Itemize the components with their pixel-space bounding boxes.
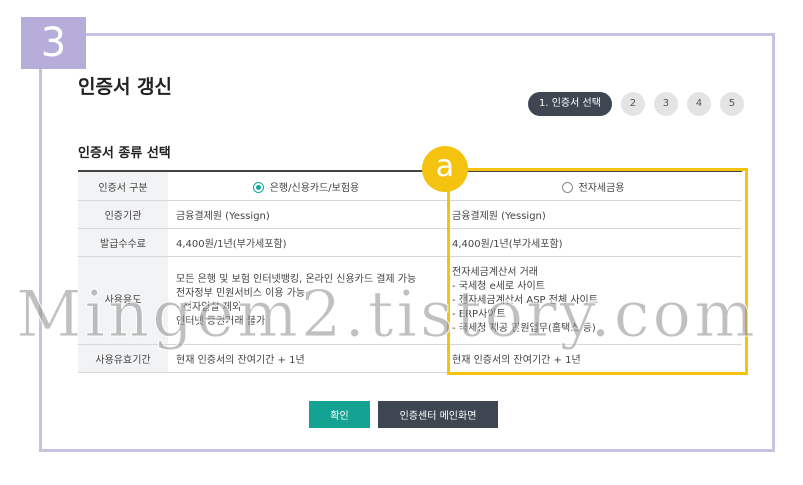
cell-tax: 현재 인증서의 잔여기간 + 1년 bbox=[444, 344, 742, 373]
usage-line: - 전자입찰 제외 bbox=[176, 301, 242, 313]
step-3: 3 bbox=[653, 92, 678, 116]
option-bank-label[interactable]: 은행/신용카드/보험용 bbox=[270, 183, 360, 194]
cell-bank: 4,400원/1년(부가세포함) bbox=[168, 228, 444, 257]
step-1-active: 1. 인증서 선택 bbox=[528, 92, 612, 116]
row-label: 사용용도 bbox=[78, 256, 168, 345]
cell-bank: 현재 인증서의 잔여기간 + 1년 bbox=[168, 344, 444, 373]
usage-line: 모든 은행 및 보험 인터넷뱅킹, 온라인 신용카드 결제 가능 bbox=[176, 273, 417, 285]
cell-bank: 모든 은행 및 보험 인터넷뱅킹, 온라인 신용카드 결제 가능 전자정부 민원… bbox=[168, 256, 444, 345]
cell-bank: 금융결제원 (Yessign) bbox=[168, 200, 444, 229]
usage-line: 인터넷 증권거래 불가 bbox=[176, 315, 266, 327]
option-tax-label[interactable]: 전자세금용 bbox=[579, 183, 625, 194]
step-indicator: 1. 인증서 선택 2 3 4 5 bbox=[528, 92, 744, 116]
header-label: 인증서 구분 bbox=[78, 170, 168, 201]
radio-bank-selected-icon[interactable] bbox=[252, 181, 264, 193]
cell-tax: 전자세금계산서 거래 - 국세청 e세로 사이트 - 전자세금계산서 ASP 전… bbox=[444, 256, 742, 345]
usage-line: 전자세금계산서 거래 bbox=[452, 266, 538, 278]
option-bank-cell[interactable]: 은행/신용카드/보험용 bbox=[168, 170, 444, 201]
usage-line: - 전자세금계산서 ASP 전체 사이트 bbox=[452, 294, 598, 306]
row-label: 인증기관 bbox=[78, 200, 168, 229]
usage-line: - 국세청 e세로 사이트 bbox=[452, 280, 545, 292]
cell-tax: 4,400원/1년(부가세포함) bbox=[444, 228, 742, 257]
usage-line: - ERP사이트 bbox=[452, 308, 506, 320]
certificate-type-table: 인증서 구분 은행/신용카드/보험용 전자세금용 인증기관 금융결제원 (Yes… bbox=[78, 170, 742, 373]
cell-tax: 금융결제원 (Yessign) bbox=[444, 200, 742, 229]
option-tax-cell[interactable]: 전자세금용 bbox=[444, 170, 742, 201]
table-row: 인증기관 금융결제원 (Yessign) 금융결제원 (Yessign) bbox=[78, 200, 742, 229]
section-title: 인증서 종류 선택 bbox=[78, 146, 171, 161]
step-number-badge: 3 bbox=[21, 17, 86, 69]
main-page-button[interactable]: 인증센터 메인화면 bbox=[378, 401, 498, 428]
table-row: 사용유효기간 현재 인증서의 잔여기간 + 1년 현재 인증서의 잔여기간 + … bbox=[78, 344, 742, 373]
table-header-row: 인증서 구분 은행/신용카드/보험용 전자세금용 bbox=[78, 170, 742, 201]
confirm-button[interactable]: 확인 bbox=[309, 401, 370, 428]
step-4: 4 bbox=[686, 92, 711, 116]
row-label: 발급수수료 bbox=[78, 228, 168, 257]
row-label: 사용유효기간 bbox=[78, 344, 168, 373]
step-5: 5 bbox=[719, 92, 744, 116]
table-row: 발급수수료 4,400원/1년(부가세포함) 4,400원/1년(부가세포함) bbox=[78, 228, 742, 257]
page-title: 인증서 갱신 bbox=[78, 76, 173, 98]
annotation-marker: a bbox=[422, 146, 468, 192]
usage-line: 전자정부 민원서비스 이용 가능 bbox=[176, 287, 306, 299]
table-row: 사용용도 모든 은행 및 보험 인터넷뱅킹, 온라인 신용카드 결제 가능 전자… bbox=[78, 256, 742, 345]
radio-tax-icon[interactable] bbox=[561, 181, 573, 193]
usage-line: - 국세청 제공 민원업무(홈택스 등) bbox=[452, 322, 596, 334]
step-2: 2 bbox=[620, 92, 645, 116]
